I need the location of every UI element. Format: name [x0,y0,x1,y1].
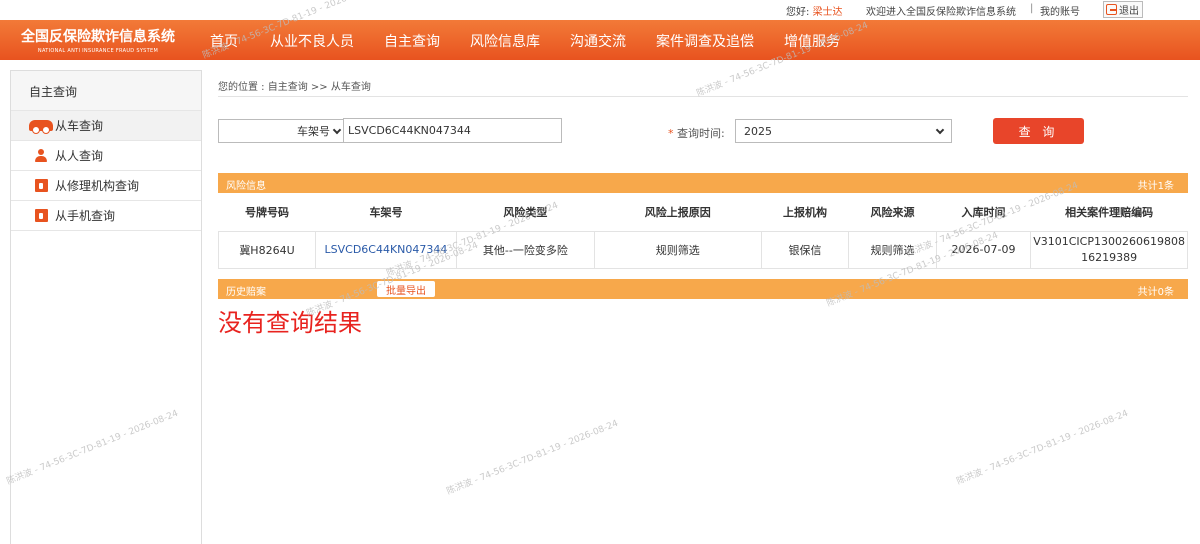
nav-self-query[interactable]: 自主查询 [384,31,440,51]
col-header: 风险来源 [848,193,937,232]
query-time-label-text: 查询时间: [677,127,725,140]
year-value: 2025 [744,124,772,138]
query-button[interactable]: 查 询 [993,118,1084,144]
history-claims-title: 历史赔案 [226,287,266,298]
history-claims-bar: 历史赔案 批量导出 共计0条 [218,279,1188,299]
col-header: 风险类型 [456,193,595,232]
query-time-label: * 查询时间: [668,125,725,141]
sidebar-item-label: 从人查询 [55,149,104,163]
user-name: 梁士达 [812,7,843,18]
breadcrumb-divider [218,96,1188,97]
nav-home[interactable]: 首页 [210,31,238,51]
table-header-row: 号牌号码 车架号 风险类型 风险上报原因 上报机构 风险来源 入库时间 相关案件… [218,193,1188,232]
logo-en: NATIONAL ANTI INSURANCE FRAUD SYSTEM [37,48,159,54]
logo-cn: 全国反保险欺诈信息系统 [21,29,175,45]
sidebar-item-label: 从修理机构查询 [55,179,140,193]
nav-bad-practitioners[interactable]: 从业不良人员 [270,31,354,51]
sidebar-item-phone-query[interactable]: 从手机查询 [11,201,201,231]
col-header: 风险上报原因 [594,193,762,232]
sidebar-item-person-query[interactable]: 从人查询 [11,141,201,171]
required-mark: * [668,127,674,140]
cell-plate: 冀H8264U [218,231,316,269]
batch-export-button[interactable]: 批量导出 [377,281,435,297]
chevron-down-icon [935,125,945,134]
sidebar-item-label: 从车查询 [55,119,104,133]
sidebar-title: 自主查询 [11,71,201,111]
greeting-prefix: 您好: [786,7,810,18]
cell-claim-code: V3101CICP1300260619808 16219389 [1030,231,1188,269]
logout-button[interactable]: 退出 [1103,1,1143,18]
phone-icon [34,209,48,222]
nav-risk-database[interactable]: 风险信息库 [470,31,540,51]
car-icon [29,120,53,134]
col-header: 上报机构 [761,193,849,232]
nav-value-added-services[interactable]: 增值服务 [784,31,840,51]
site-logo[interactable]: 全国反保险欺诈信息系统 NATIONAL ANTI INSURANCE FRAU… [0,20,196,60]
nav-communication[interactable]: 沟通交流 [570,31,626,51]
cell-date: 2026-07-09 [936,231,1032,269]
col-header: 相关案件理赔编码 [1030,193,1188,232]
watermark: 陈洪波 - 74-56-3C-7D-81-19 - 2026-08-24 [955,408,1130,487]
risk-info-count: 共计1条 [1137,181,1174,192]
cell-org: 银保信 [761,231,850,269]
history-claims-count: 共计0条 [1137,287,1174,298]
top-bar: 您好: 梁士达 欢迎进入全国反保险欺诈信息系统 | 我的账号 退出 [0,0,1200,20]
cell-risk-type: 其他--一险变多险 [456,231,595,269]
sidebar-item-label: 从手机查询 [55,209,116,223]
vin-input[interactable] [343,118,562,143]
no-result-message: 没有查询结果 [218,309,362,337]
sidebar-item-vehicle-query[interactable]: 从车查询 [11,111,201,141]
top-separator: | [1030,3,1034,14]
person-icon [35,148,47,163]
breadcrumb: 您的位置 : 自主查询 >> 从车查询 [218,82,371,93]
cell-reason: 规则筛选 [594,231,762,269]
logout-label: 退出 [1119,6,1139,17]
sidebar-item-repair-shop-query[interactable]: 从修理机构查询 [11,171,201,201]
search-type-value: 车架号 [297,125,330,138]
greeting: 您好: 梁士达 [786,3,843,18]
risk-table: 号牌号码 车架号 风险类型 风险上报原因 上报机构 风险来源 入库时间 相关案件… [218,193,1188,269]
cell-source: 规则筛选 [848,231,937,269]
my-account-link[interactable]: 我的账号 [1040,3,1080,18]
search-type-select[interactable]: 车架号 [218,119,345,143]
welcome-text: 欢迎进入全国反保险欺诈信息系统 [866,7,1016,18]
table-row: 冀H8264U LSVCD6C44KN047344 其他--一险变多险 规则筛选… [218,231,1188,269]
col-header: 车架号 [315,193,457,232]
cell-vin-link[interactable]: LSVCD6C44KN047344 [315,231,457,269]
main-nav: 全国反保险欺诈信息系统 NATIONAL ANTI INSURANCE FRAU… [0,20,1200,60]
year-select[interactable]: 2025 [735,119,952,143]
col-header: 入库时间 [936,193,1031,232]
chevron-down-icon [332,125,342,134]
sidebar: 自主查询 从车查询 从人查询 从修理机构查询 从手机查询 [10,70,202,544]
logout-icon [1106,4,1117,15]
nav-case-investigation[interactable]: 案件调查及追偿 [656,31,754,51]
repair-shop-icon [34,179,48,192]
col-header: 号牌号码 [218,193,316,232]
watermark: 陈洪波 - 74-56-3C-7D-81-19 - 2026-08-24 [445,418,620,497]
risk-info-title: 风险信息 [226,181,266,192]
risk-info-bar: 风险信息 共计1条 [218,173,1188,193]
